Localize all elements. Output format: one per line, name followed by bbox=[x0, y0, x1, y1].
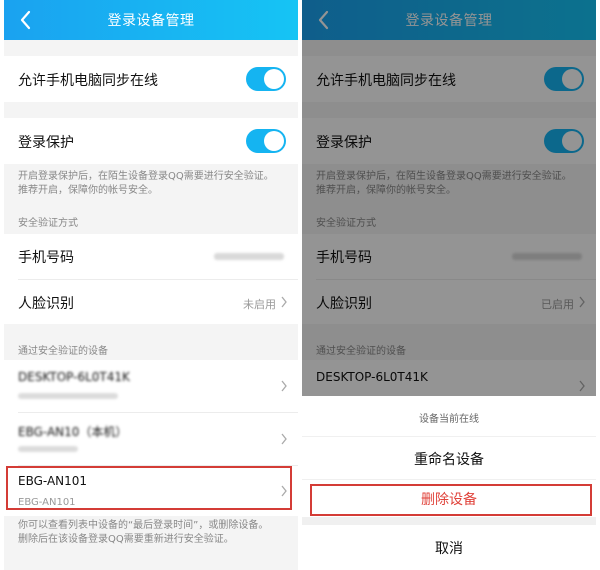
device-item[interactable]: DESKTOP-6L0T41K bbox=[4, 360, 298, 412]
cancel-button[interactable]: 取消 bbox=[302, 538, 596, 558]
login-protect-toggle[interactable] bbox=[246, 129, 286, 153]
sync-setting-label: 允许手机电脑同步在线 bbox=[18, 73, 158, 89]
highlight-box bbox=[6, 466, 292, 510]
divider bbox=[302, 517, 596, 525]
devices-footer-note: 你可以查看列表中设备的“最后登录时间”，或删除设备。 删除后在该设备登录QQ需要… bbox=[18, 520, 269, 545]
device-sub-blur bbox=[18, 446, 78, 452]
right-screen: 登录设备管理 允许手机电脑同步在线 登录保护 开启登录保护后，在陌生设备登录QQ… bbox=[302, 0, 596, 570]
device-name: DESKTOP-6L0T41K bbox=[18, 370, 130, 384]
sheet-hint: 设备当前在线 bbox=[419, 414, 479, 425]
face-status: 未启用 bbox=[243, 298, 276, 311]
login-protect-label: 登录保护 bbox=[18, 135, 74, 151]
divider bbox=[302, 436, 596, 437]
highlight-box bbox=[310, 484, 592, 516]
left-screen: 登录设备管理 允许手机电脑同步在线 登录保护 开启登录保护后，在陌生设备登录QQ… bbox=[4, 0, 298, 570]
device-name: EBG-AN10（本机） bbox=[18, 425, 128, 439]
devices-section-title: 通过安全验证的设备 bbox=[18, 346, 108, 357]
login-protect-row: 登录保护 bbox=[4, 118, 298, 164]
sync-toggle[interactable] bbox=[246, 67, 286, 91]
page-title: 登录设备管理 bbox=[107, 13, 195, 29]
chevron-right-icon bbox=[281, 380, 287, 392]
phone-value-blur bbox=[214, 253, 284, 260]
action-sheet: 设备当前在线 重命名设备 删除设备 取消 bbox=[302, 396, 596, 570]
login-protect-note: 开启登录保护后，在陌生设备登录QQ需要进行安全验证。 推荐开启，保障你的帐号安全… bbox=[18, 171, 274, 196]
face-row[interactable]: 人脸识别 未启用 bbox=[4, 280, 298, 324]
divider bbox=[302, 479, 596, 480]
device-sub-blur bbox=[18, 393, 118, 399]
phone-row[interactable]: 手机号码 bbox=[4, 234, 298, 279]
verify-method-group: 手机号码 人脸识别 未启用 bbox=[4, 234, 298, 324]
chevron-right-icon bbox=[281, 433, 287, 445]
phone-label: 手机号码 bbox=[18, 250, 74, 266]
face-label: 人脸识别 bbox=[18, 296, 74, 312]
chevron-right-icon bbox=[281, 296, 287, 308]
rename-device-button[interactable]: 重命名设备 bbox=[302, 449, 596, 469]
sync-setting-row: 允许手机电脑同步在线 bbox=[4, 56, 298, 102]
device-item[interactable]: EBG-AN10（本机） bbox=[4, 413, 298, 465]
verify-method-section-title: 安全验证方式 bbox=[18, 218, 78, 229]
header-bar: 登录设备管理 bbox=[4, 0, 298, 40]
